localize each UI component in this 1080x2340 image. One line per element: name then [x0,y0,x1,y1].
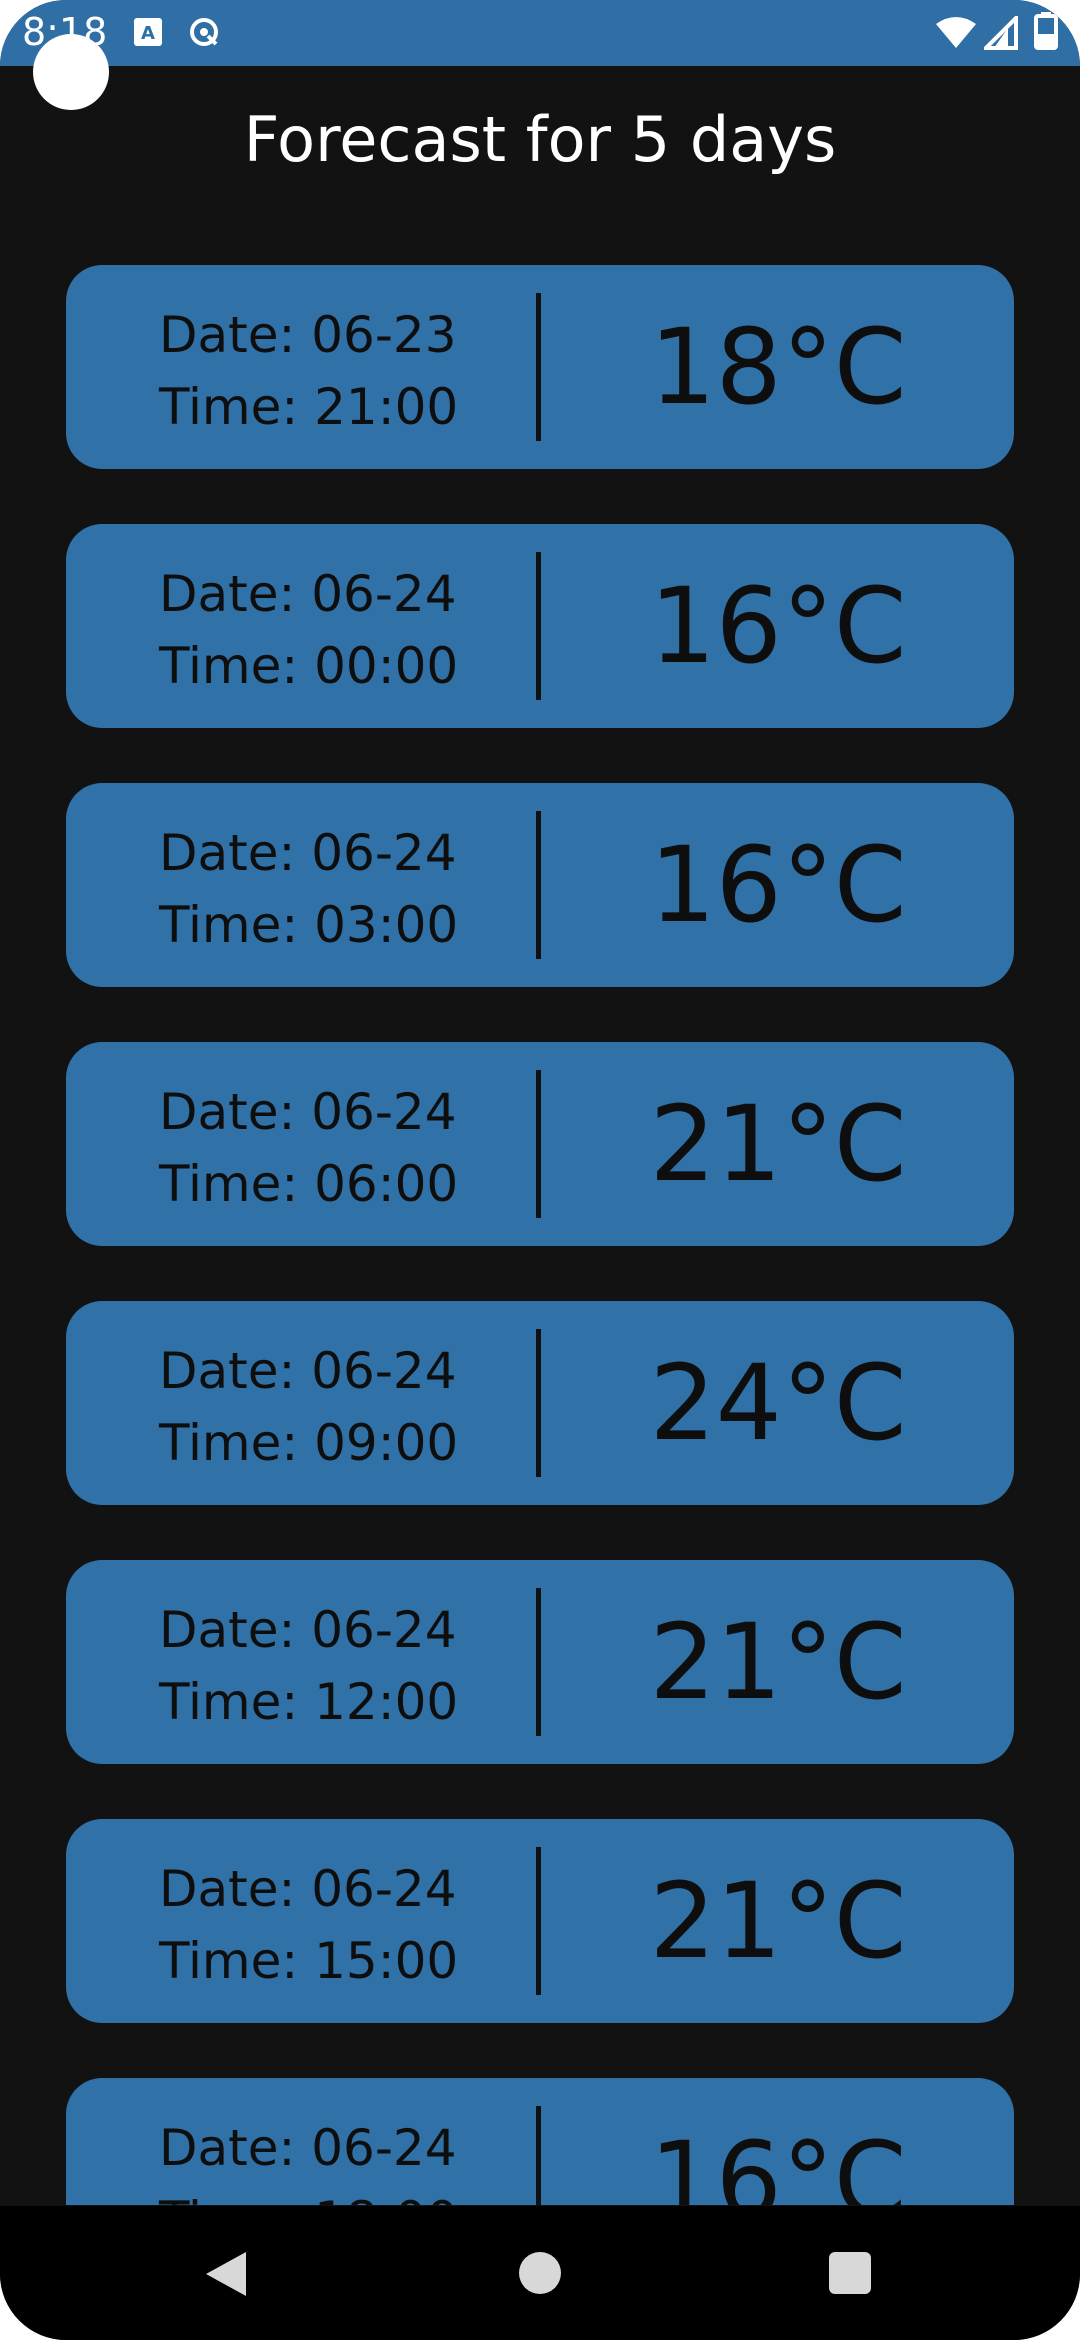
card-info: Date: 06-23 Time: 21:00 [159,299,458,443]
forecast-date: Date: 06-24 [159,1860,457,1918]
card-info: Date: 06-24 Time: 00:00 [159,558,458,702]
card-divider [536,1847,541,1995]
forecast-temperature: 16°C [649,824,907,946]
forecast-temperature: 24°C [649,1342,907,1464]
card-divider [536,1070,541,1218]
forecast-card[interactable]: Date: 06-24 Time: 03:00 16°C [66,783,1014,987]
camera-cutout [33,34,109,110]
forecast-time: Time: 09:00 [159,1414,459,1472]
forecast-temperature: 21°C [649,1083,907,1205]
card-info: Date: 06-24 Time: 12:00 [159,1594,458,1738]
forecast-time: Time: 18:00 [159,2184,458,2205]
card-info: Date: 06-24 Time: 18:00 [159,2112,458,2205]
forecast-temperature: 16°C [649,2119,907,2205]
forecast-card[interactable]: Date: 06-24 Time: 00:00 16°C [66,524,1014,728]
card-divider [536,811,541,959]
card-divider [536,2106,541,2205]
card-divider [536,1329,541,1477]
forecast-date: Date: 06-24 [159,1083,457,1141]
forecast-list[interactable]: Date: 06-23 Time: 21:00 18°C Date: 06-24… [66,265,1014,2205]
forecast-date: Date: 06-24 [159,1601,457,1659]
phone-screen: 8:18 A Forecast for 5 days Date: 06-23 T… [0,0,1080,2340]
navigation-bar [0,2206,1080,2340]
card-info: Date: 06-24 Time: 06:00 [159,1076,458,1220]
forecast-card[interactable]: Date: 06-24 Time: 15:00 21°C [66,1819,1014,2023]
card-divider [536,1588,541,1736]
forecast-card[interactable]: Date: 06-24 Time: 09:00 24°C [66,1301,1014,1505]
forecast-temperature: 21°C [649,1601,907,1723]
wifi-icon [936,17,976,48]
forecast-time: Time: 03:00 [159,896,459,954]
text-a-icon: A [134,18,162,46]
forecast-temperature: 21°C [649,1860,907,1982]
recents-icon[interactable] [829,2252,871,2294]
card-info: Date: 06-24 Time: 15:00 [159,1853,458,1997]
forecast-card[interactable]: Date: 06-24 Time: 18:00 16°C [66,2078,1014,2205]
back-icon[interactable] [204,2250,248,2298]
svg-text:A: A [141,23,155,44]
forecast-card[interactable]: Date: 06-23 Time: 21:00 18°C [66,265,1014,469]
card-divider [536,293,541,441]
card-divider [536,552,541,700]
forecast-date: Date: 06-24 [159,1342,457,1400]
card-info: Date: 06-24 Time: 09:00 [159,1335,458,1479]
battery-icon [1034,12,1058,50]
forecast-time: Time: 15:00 [159,1932,459,1990]
at-sign-icon [190,18,218,46]
forecast-time: Time: 06:00 [159,1155,459,1213]
forecast-temperature: 16°C [649,565,907,687]
forecast-time: Time: 12:00 [159,1673,459,1731]
signal-icon [984,16,1018,50]
status-bar: 8:18 A [0,0,1080,66]
forecast-time: Time: 00:00 [159,637,459,695]
forecast-temperature: 18°C [649,306,907,428]
card-info: Date: 06-24 Time: 03:00 [159,817,458,961]
home-icon[interactable] [519,2252,561,2294]
forecast-card[interactable]: Date: 06-24 Time: 06:00 21°C [66,1042,1014,1246]
forecast-date: Date: 06-23 [159,306,457,364]
forecast-date: Date: 06-24 [159,565,457,623]
forecast-time: Time: 21:00 [159,378,459,436]
forecast-date: Date: 06-24 [159,2119,457,2177]
forecast-date: Date: 06-24 [159,824,457,882]
forecast-card[interactable]: Date: 06-24 Time: 12:00 21°C [66,1560,1014,1764]
page-title: Forecast for 5 days [243,103,837,176]
